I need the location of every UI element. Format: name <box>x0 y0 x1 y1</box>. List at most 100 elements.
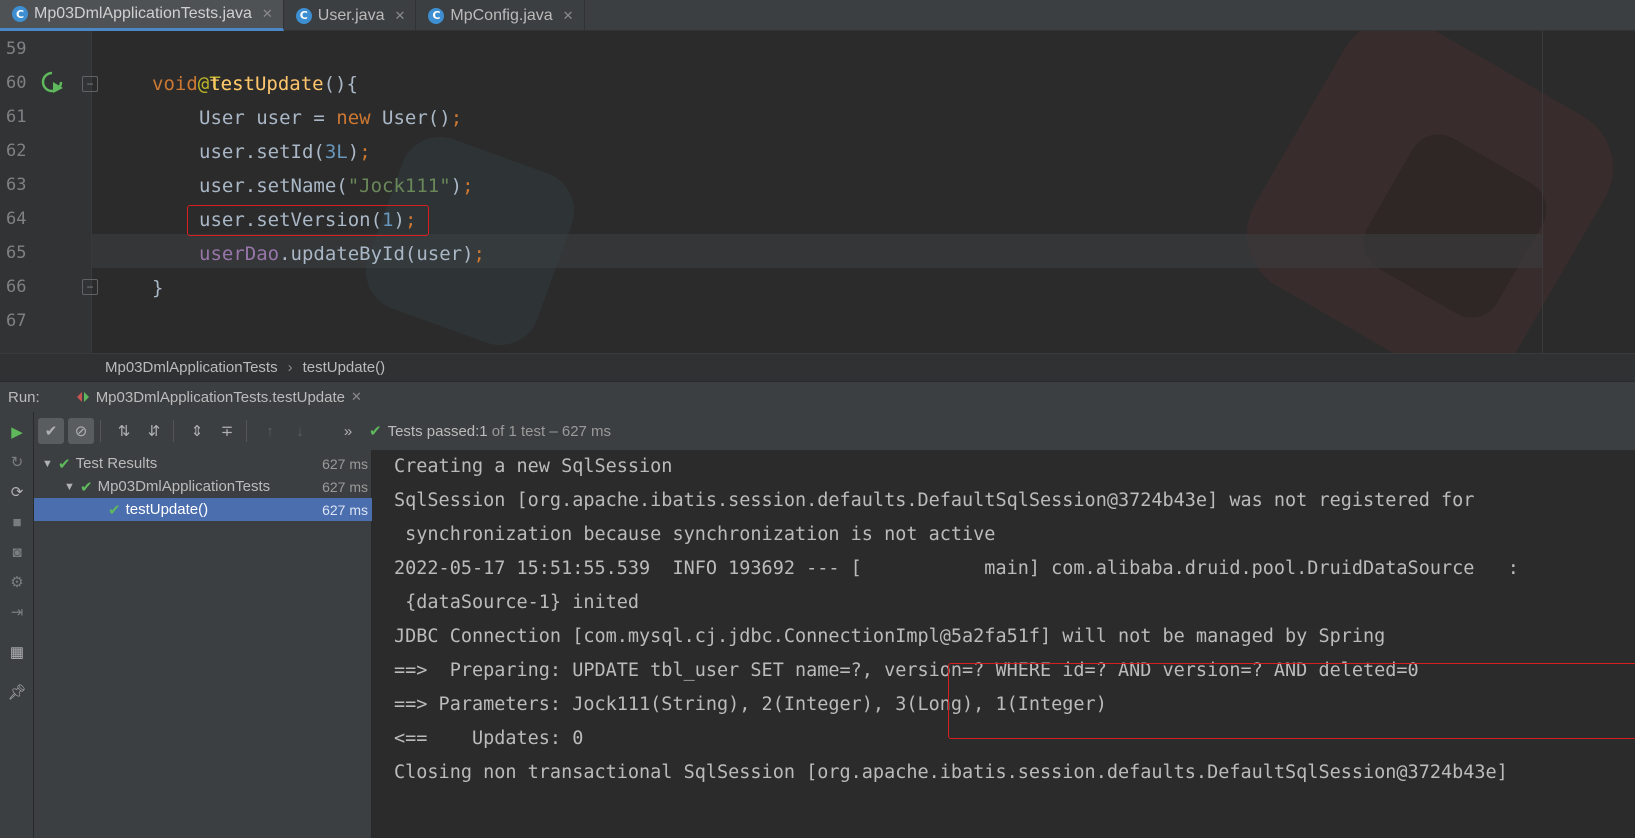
code-editor[interactable]: 59 60 61 62 63 64 65 66 67 − − @Test voi… <box>0 31 1635 353</box>
close-icon[interactable]: ✕ <box>394 8 405 24</box>
export-icon[interactable]: ⇥ <box>7 602 27 622</box>
code-line-65: userDao.updateById(user); <box>199 237 485 271</box>
right-margin-guide <box>1542 31 1543 353</box>
check-icon: ✔ <box>58 455 71 473</box>
close-icon[interactable]: ✕ <box>351 389 362 405</box>
code-token: ) <box>450 175 463 197</box>
code-token: ) <box>347 141 360 163</box>
run-tab-label: Mp03DmlApplicationTests.testUpdate <box>95 388 345 406</box>
breadcrumb: Mp03DmlApplicationTests › testUpdate() <box>0 353 1635 381</box>
class-icon: C <box>295 7 312 24</box>
code-token: user.setId( <box>199 141 325 163</box>
test-runner-toolbar: ✔ ⊘ ⇅ ⇵ ⇕ ∓ ↑ ↓ » ✔ Tests passed: 1 of 1… <box>34 412 1635 450</box>
test-config-icon <box>76 392 89 402</box>
toolbar-separator <box>100 420 101 442</box>
check-icon: ✔ <box>108 501 121 519</box>
tests-status: ✔ Tests passed: 1 of 1 test – 627 ms <box>369 422 612 441</box>
highlight-box <box>187 205 429 236</box>
code-token: ; <box>359 141 371 163</box>
more-icon[interactable]: » <box>335 418 361 444</box>
chevron-right-icon: › <box>287 359 293 376</box>
code-token: user.setName( <box>199 175 348 197</box>
code-line-63: user.setName("Jock111"); <box>199 169 474 203</box>
tab-user[interactable]: C User.java ✕ <box>284 0 417 31</box>
console-output[interactable]: Creating a new SqlSession SqlSession [or… <box>372 450 1635 838</box>
console-line: synchronization because synchronization … <box>394 524 996 545</box>
tree-item-label: testUpdate() <box>125 501 209 518</box>
code-token: (){ <box>323 73 358 95</box>
tree-item-test-results[interactable]: ▼ ✔ Test Results 627 ms <box>34 452 372 475</box>
rerun-failed-icon[interactable]: ↻ <box>7 452 27 472</box>
sort-alpha-icon[interactable]: ⇅ <box>111 418 137 444</box>
run-side-toolbar: ▶ ↻ ⟳ ■ ◙ ⚙ ⇥ ▦ 📌︎ <box>0 412 34 838</box>
line-number: 60 <box>6 73 27 93</box>
fold-icon[interactable]: − <box>82 279 98 295</box>
breadcrumb-method[interactable]: testUpdate() <box>303 359 386 376</box>
check-icon: ✔ <box>369 423 382 440</box>
code-token: void <box>152 73 210 95</box>
sort-duration-icon[interactable]: ⇵ <box>141 418 167 444</box>
console-line: <== Updates: 0 <box>394 728 584 749</box>
camera-icon[interactable]: ◙ <box>7 542 27 562</box>
code-token: new <box>336 107 371 129</box>
tab-label: MpConfig.java <box>450 6 553 24</box>
run-test-gutter-icon[interactable] <box>40 70 64 94</box>
close-icon[interactable]: ✕ <box>563 8 574 24</box>
show-ignored-icon[interactable]: ⊘ <box>68 418 94 444</box>
console-line: Creating a new SqlSession <box>394 456 673 477</box>
status-suffix: of 1 test – 627 ms <box>487 422 612 440</box>
code-token: } <box>152 277 164 299</box>
editor-tab-bar: C Mp03DmlApplicationTests.java ✕ C User.… <box>0 0 1635 31</box>
editor-gutter: 59 60 61 62 63 64 65 66 67 − − <box>0 31 98 353</box>
run-tab[interactable]: Mp03DmlApplicationTests.testUpdate ✕ <box>66 382 372 413</box>
console-line: Closing non transactional SqlSession [or… <box>394 762 1508 783</box>
console-line: JDBC Connection [com.mysql.cj.jdbc.Conne… <box>394 626 1386 647</box>
status-count: 1 <box>479 422 488 440</box>
line-number: 67 <box>6 311 27 331</box>
expand-arrow-icon[interactable]: ▼ <box>64 481 78 493</box>
code-token: ; <box>462 175 474 197</box>
fold-icon[interactable]: − <box>82 76 98 92</box>
stop-icon[interactable]: ■ <box>7 512 27 532</box>
tree-item-label: Mp03DmlApplicationTests <box>97 478 271 495</box>
toggle-autotest-icon[interactable]: ⟳ <box>7 482 27 502</box>
code-token: 3L <box>324 141 348 163</box>
test-results-tree: ▼ ✔ Test Results 627 ms ▼ ✔ Mp03DmlAppli… <box>34 450 372 838</box>
class-icon: C <box>428 7 445 24</box>
close-icon[interactable]: ✕ <box>262 6 273 22</box>
line-number: 66 <box>6 277 27 297</box>
code-token: ; <box>450 107 463 129</box>
breadcrumb-class[interactable]: Mp03DmlApplicationTests <box>105 359 278 376</box>
line-number: 61 <box>6 107 27 127</box>
settings-icon[interactable]: ⚙ <box>7 572 27 592</box>
code-token: .updateById(user) <box>279 243 474 265</box>
tab-mp03dmlapplicationtests[interactable]: C Mp03DmlApplicationTests.java ✕ <box>0 0 284 31</box>
tab-mpconfig[interactable]: C MpConfig.java ✕ <box>416 0 585 31</box>
line-number: 64 <box>6 209 27 229</box>
show-passed-icon[interactable]: ✔ <box>38 418 64 444</box>
run-label: Run: <box>8 388 40 406</box>
arrow-up-icon[interactable]: ↑ <box>257 418 283 444</box>
check-icon: ✔ <box>80 478 93 496</box>
layout-icon[interactable]: ▦ <box>7 642 27 662</box>
tree-item-test-method[interactable]: ✔ testUpdate() 627 ms <box>34 498 372 521</box>
tree-item-test-class[interactable]: ▼ ✔ Mp03DmlApplicationTests 627 ms <box>34 475 372 498</box>
rerun-icon[interactable]: ▶ <box>7 422 27 442</box>
tree-item-time: 627 ms <box>322 478 368 495</box>
code-token: ; <box>473 243 485 265</box>
highlight-box <box>948 663 1635 739</box>
pin-icon[interactable]: 📌︎ <box>7 682 27 702</box>
code-line-62: user.setId(3L); <box>199 135 371 169</box>
arrow-down-icon[interactable]: ↓ <box>287 418 313 444</box>
console-line: 2022-05-17 15:51:55.539 INFO 193692 --- … <box>394 558 1519 579</box>
line-number: 62 <box>6 141 27 161</box>
expand-all-icon[interactable]: ⇕ <box>184 418 210 444</box>
status-prefix: Tests passed: <box>387 422 480 440</box>
line-number: 63 <box>6 175 27 195</box>
console-line: SqlSession [org.apache.ibatis.session.de… <box>394 490 1475 511</box>
line-number: 65 <box>6 243 27 263</box>
tab-label: User.java <box>317 6 385 24</box>
collapse-all-icon[interactable]: ∓ <box>214 418 240 444</box>
expand-arrow-icon[interactable]: ▼ <box>42 458 56 470</box>
console-line: {dataSource-1} inited <box>394 592 640 613</box>
